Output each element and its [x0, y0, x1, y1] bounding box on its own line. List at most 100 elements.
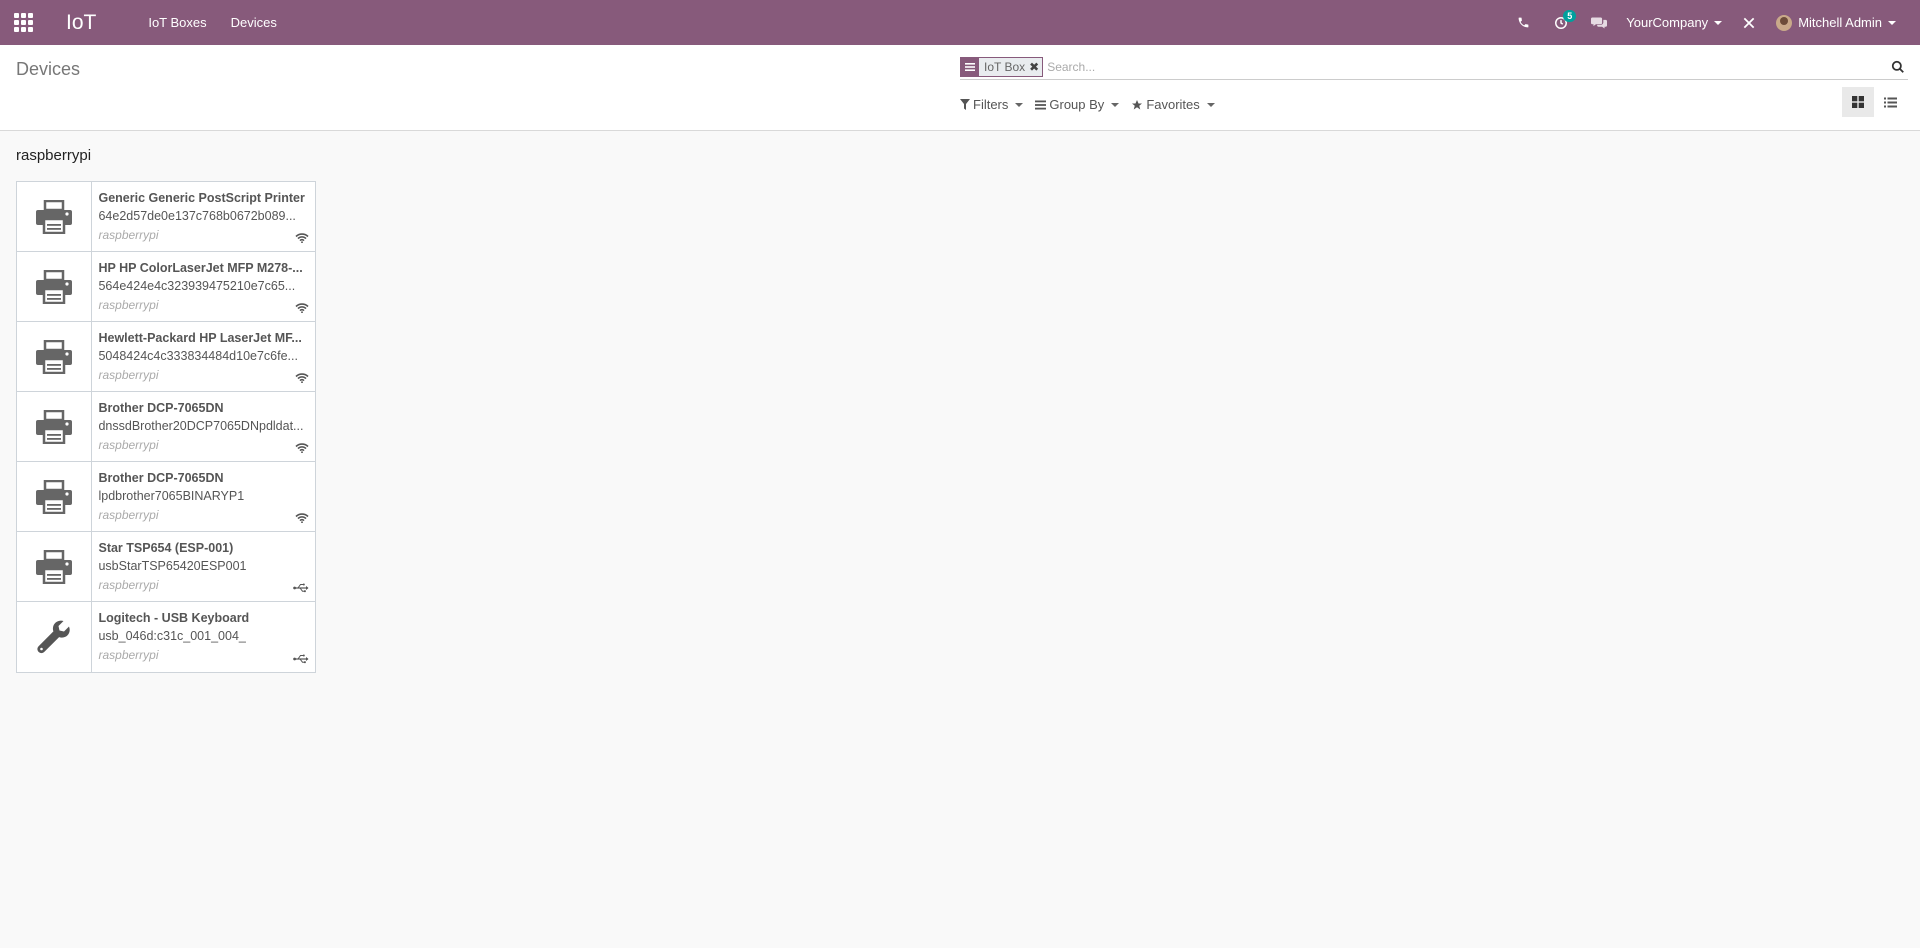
device-identifier: 5048424c4c333834484d10e7c6fe...	[98, 349, 298, 363]
systray: 5 YourCompany Mitchell Admin	[1504, 0, 1920, 45]
device-card[interactable]: Generic Generic PostScript Printer 64e2d…	[17, 182, 315, 252]
company-name: YourCompany	[1626, 15, 1709, 30]
facet-value: IoT Box	[984, 60, 1026, 74]
search-icon[interactable]	[1888, 57, 1908, 77]
wifi-icon	[295, 513, 309, 523]
printer-icon	[36, 549, 73, 584]
filter-icon	[960, 99, 970, 110]
device-name: Brother DCP-7065DN	[98, 471, 224, 485]
star-icon	[1131, 99, 1143, 111]
app-brand[interactable]: IoT	[66, 11, 96, 35]
top-navbar: IoT IoT Boxes Devices 5 YourCompany Mitc…	[0, 0, 1920, 45]
usb-icon	[293, 654, 309, 664]
wifi-icon	[295, 233, 309, 243]
device-card-body: Hewlett-Packard HP LaserJet MF... 504842…	[92, 322, 315, 391]
group-by-icon	[961, 58, 979, 76]
wifi-icon	[295, 373, 309, 383]
view-switcher	[1842, 87, 1906, 117]
device-iot-box: raspberrypi	[98, 578, 159, 592]
device-card-body: Logitech - USB Keyboard usb_046d:c31c_00…	[92, 602, 315, 672]
device-card-body: Star TSP654 (ESP-001) usbStarTSP65420ESP…	[92, 532, 315, 601]
device-card[interactable]: Brother DCP-7065DN dnssdBrother20DCP7065…	[17, 392, 315, 462]
favorites-label: Favorites	[1146, 97, 1200, 112]
device-identifier: lpdbrother7065BINARYP1	[98, 489, 245, 503]
usb-icon	[293, 583, 309, 593]
device-image	[17, 322, 93, 391]
list-bars-icon	[1035, 100, 1047, 110]
avatar	[1776, 14, 1793, 31]
printer-icon	[36, 199, 73, 234]
device-card-body: HP HP ColorLaserJet MFP M278-... 564e424…	[92, 252, 315, 321]
device-image	[17, 532, 93, 601]
group-by-label: Group By	[1049, 97, 1105, 112]
device-image	[17, 602, 93, 672]
device-iot-box: raspberrypi	[98, 298, 159, 312]
printer-icon	[36, 269, 73, 304]
user-menu[interactable]: Mitchell Admin	[1768, 0, 1904, 45]
device-card-body: Brother DCP-7065DN lpdbrother7065BINARYP…	[92, 462, 315, 531]
chevron-down-icon	[1206, 102, 1215, 107]
device-card[interactable]: Star TSP654 (ESP-001) usbStarTSP65420ESP…	[17, 532, 315, 602]
phone-icon[interactable]	[1504, 0, 1542, 45]
device-image	[17, 392, 93, 461]
printer-icon	[36, 409, 73, 444]
device-iot-box: raspberrypi	[98, 368, 159, 382]
device-name: Star TSP654 (ESP-001)	[98, 541, 234, 555]
activities-clock-icon[interactable]: 5	[1542, 0, 1580, 45]
printer-icon	[36, 339, 73, 374]
facet-remove-icon[interactable]: ✖	[1029, 60, 1042, 74]
device-card-body: Brother DCP-7065DN dnssdBrother20DCP7065…	[92, 392, 315, 461]
group-header: raspberrypi	[16, 147, 92, 164]
menu-item-iot-boxes[interactable]: IoT Boxes	[136, 0, 218, 45]
wifi-icon	[295, 443, 309, 453]
kanban-column: Generic Generic PostScript Printer 64e2d…	[16, 181, 316, 673]
device-iot-box: raspberrypi	[98, 508, 159, 522]
chevron-down-icon	[1888, 20, 1896, 25]
menu-item-devices[interactable]: Devices	[219, 0, 289, 45]
user-name: Mitchell Admin	[1798, 15, 1882, 30]
device-iot-box: raspberrypi	[98, 438, 159, 452]
device-name: Generic Generic PostScript Printer	[98, 191, 305, 205]
kanban-view-button[interactable]	[1842, 87, 1874, 117]
device-iot-box: raspberrypi	[98, 648, 159, 662]
search-facet: IoT Box ✖	[960, 57, 1044, 77]
device-image	[17, 252, 93, 321]
device-name: HP HP ColorLaserJet MFP M278-...	[98, 261, 303, 275]
breadcrumb: Devices	[16, 59, 81, 79]
device-identifier: usb_046d:c31c_001_004_	[98, 629, 246, 643]
chevron-down-icon	[1714, 20, 1723, 25]
chevron-down-icon	[1015, 102, 1024, 107]
activities-count-badge: 5	[1563, 10, 1577, 22]
device-name: Logitech - USB Keyboard	[98, 611, 250, 625]
device-name: Hewlett-Packard HP LaserJet MF...	[98, 331, 302, 345]
list-icon	[1883, 97, 1897, 107]
list-view-button[interactable]	[1874, 87, 1906, 117]
wifi-icon	[295, 303, 309, 313]
favorites-button[interactable]: Favorites	[1131, 97, 1215, 112]
kanban-grid-icon	[1852, 96, 1864, 108]
device-name: Brother DCP-7065DN	[98, 401, 224, 415]
device-identifier: 64e2d57de0e137c768b0672b089...	[98, 209, 296, 223]
filters-button[interactable]: Filters	[960, 97, 1024, 112]
device-card[interactable]: Hewlett-Packard HP LaserJet MF... 504842…	[17, 322, 315, 392]
device-identifier: dnssdBrother20DCP7065DNpdldat...	[98, 419, 304, 433]
wrench-icon	[37, 620, 70, 654]
device-card[interactable]: HP HP ColorLaserJet MFP M278-... 564e424…	[17, 252, 315, 322]
device-card[interactable]: Brother DCP-7065DN lpdbrother7065BINARYP…	[17, 462, 315, 532]
control-panel: Devices IoT Box ✖ Filters Group By	[0, 45, 1920, 131]
device-card-body: Generic Generic PostScript Printer 64e2d…	[92, 182, 315, 251]
search-bar: IoT Box ✖	[960, 55, 1908, 80]
search-input[interactable]	[1047, 60, 1888, 74]
group-by-button[interactable]: Group By	[1035, 97, 1120, 112]
debug-tools-icon[interactable]	[1730, 0, 1768, 45]
printer-icon	[36, 479, 73, 514]
device-identifier: usbStarTSP65420ESP001	[98, 559, 247, 573]
filters-label: Filters	[973, 97, 1009, 112]
search-options: Filters Group By Favorites	[960, 97, 1227, 112]
chevron-down-icon	[1111, 102, 1120, 107]
chat-icon[interactable]	[1580, 0, 1618, 45]
apps-menu-icon[interactable]	[0, 0, 46, 45]
device-card[interactable]: Logitech - USB Keyboard usb_046d:c31c_00…	[17, 602, 315, 672]
company-switcher[interactable]: YourCompany	[1618, 0, 1730, 45]
device-image	[17, 182, 93, 251]
